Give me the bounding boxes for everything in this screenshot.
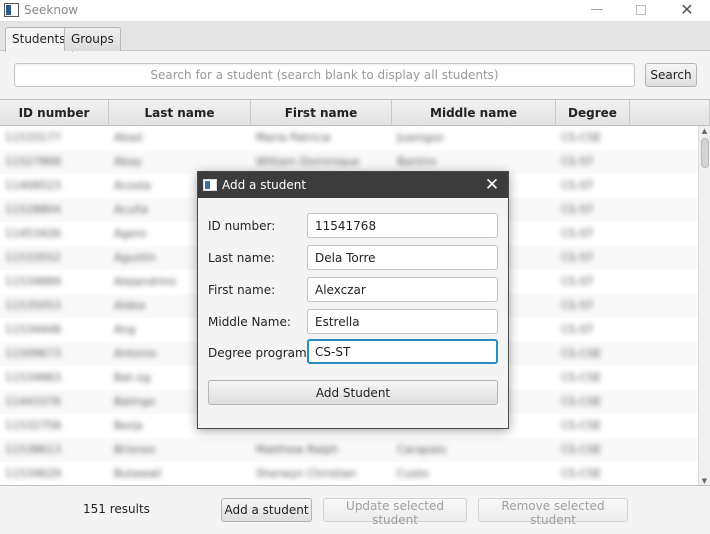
remove-student-button[interactable]: Remove selected student — [478, 498, 628, 527]
table-cell: Custo — [397, 467, 429, 480]
table-cell: CS-ST — [561, 251, 594, 264]
table-cell: 11534863 — [5, 371, 61, 384]
add-student-submit-button[interactable]: Add Student — [208, 380, 498, 405]
add-student-button[interactable]: Add a student — [221, 498, 312, 522]
scroll-up-icon[interactable]: ▲ — [699, 126, 710, 136]
table-cell: 11528804 — [5, 203, 61, 216]
window-title: Seeknow — [24, 3, 79, 17]
table-header: ID number Last name First name Middle na… — [0, 100, 710, 126]
table-cell: CS-ST — [561, 179, 594, 192]
table-cell: Briones — [114, 443, 156, 456]
table-scrollbar[interactable]: ▲ ▼ — [698, 126, 710, 485]
table-cell: 11509673 — [5, 347, 61, 360]
table-cell: CS-CSE — [561, 347, 602, 360]
table-cell: Juanigos — [397, 131, 444, 144]
table-cell: 11532758 — [5, 419, 61, 432]
dialog-app-icon — [203, 179, 217, 191]
add-student-dialog: Add a student ✕ ID number: Last name: Fi… — [197, 171, 509, 429]
column-header-middle-name[interactable]: Middle name — [392, 100, 556, 126]
scroll-down-icon[interactable]: ▼ — [699, 476, 710, 485]
table-cell: 11533552 — [5, 251, 61, 264]
minimize-icon[interactable]: — — [574, 0, 620, 22]
scroll-thumb[interactable] — [701, 138, 709, 168]
table-cell: 11538613 — [5, 443, 61, 456]
table-row[interactable]: 11538613 Briones Matthew Ralph Carapalo CS-C… — [0, 438, 698, 462]
column-header-first-name[interactable]: First name — [251, 100, 392, 126]
table-cell: 11535053 — [5, 299, 61, 312]
dialog-title: Add a student — [222, 178, 307, 192]
dialog-titlebar: Add a student ✕ — [198, 172, 508, 198]
table-cell: CS-CSE — [561, 131, 602, 144]
update-student-button[interactable]: Update selected student — [323, 498, 467, 527]
middle-name-label: Middle Name: — [208, 315, 291, 329]
table-cell: CS-CSE — [561, 443, 602, 456]
table-cell: 11533177 — [5, 131, 61, 144]
table-cell: CS-ST — [561, 227, 594, 240]
degree-program-label: Degree program: — [208, 346, 311, 360]
results-count: 151 results — [83, 502, 150, 516]
middle-name-field[interactable] — [307, 309, 498, 334]
tab-groups[interactable]: Groups — [64, 27, 121, 51]
maximize-icon[interactable] — [618, 0, 664, 22]
window-titlebar: Seeknow — ✕ — [0, 0, 710, 22]
close-window-icon[interactable]: ✕ — [664, 0, 710, 22]
last-name-label: Last name: — [208, 251, 275, 265]
id-number-field[interactable] — [307, 213, 498, 238]
app-icon — [4, 3, 19, 17]
column-header-filler — [630, 100, 710, 126]
tab-students[interactable]: Students — [5, 27, 73, 52]
table-cell: CS-ST — [561, 155, 594, 168]
search-input[interactable] — [14, 63, 635, 87]
first-name-label: First name: — [208, 283, 276, 297]
table-cell: CS-ST — [561, 203, 594, 216]
table-cell: Butawali — [114, 467, 162, 480]
column-header-degree[interactable]: Degree — [556, 100, 630, 126]
dialog-close-icon[interactable]: ✕ — [480, 174, 504, 196]
first-name-field[interactable] — [307, 277, 498, 302]
column-header-id-number[interactable]: ID number — [0, 100, 109, 126]
table-row[interactable]: 11533177 Abad Maria Patricia Juanigos CS-CSE — [0, 126, 698, 150]
table-cell: 11534448 — [5, 323, 61, 336]
table-cell: CS-CSE — [561, 395, 602, 408]
table-cell: 11527868 — [5, 155, 61, 168]
table-cell: CS-ST — [561, 275, 594, 288]
table-cell: Carapalo — [397, 443, 447, 456]
table-cell: 11534629 — [5, 467, 61, 480]
table-cell: 11534889 — [5, 275, 61, 288]
table-cell: CS-CSE — [561, 419, 602, 432]
id-number-label: ID number: — [208, 219, 276, 233]
table-cell: Sherwyn Christian — [256, 467, 357, 480]
table-cell: Maria Patricia — [256, 131, 331, 144]
table-cell: CS-ST — [561, 323, 594, 336]
tab-bar: Students Groups — [0, 22, 710, 52]
search-button[interactable]: Search — [645, 63, 697, 87]
table-cell: 11453426 — [5, 227, 61, 240]
table-cell: CS-ST — [561, 299, 594, 312]
column-header-last-name[interactable]: Last name — [109, 100, 251, 126]
table-cell: 11408523 — [5, 179, 61, 192]
table-cell: Matthew Ralph — [256, 443, 339, 456]
last-name-field[interactable] — [307, 245, 498, 270]
degree-program-field[interactable] — [307, 339, 498, 364]
table-cell: 11443376 — [5, 395, 61, 408]
table-cell: CS-CSE — [561, 467, 602, 480]
table-row[interactable]: 11534629 Butawali Sherwyn Christian Custo CS… — [0, 462, 698, 485]
table-cell: CS-CSE — [561, 371, 602, 384]
table-cell: Abad — [114, 131, 143, 144]
